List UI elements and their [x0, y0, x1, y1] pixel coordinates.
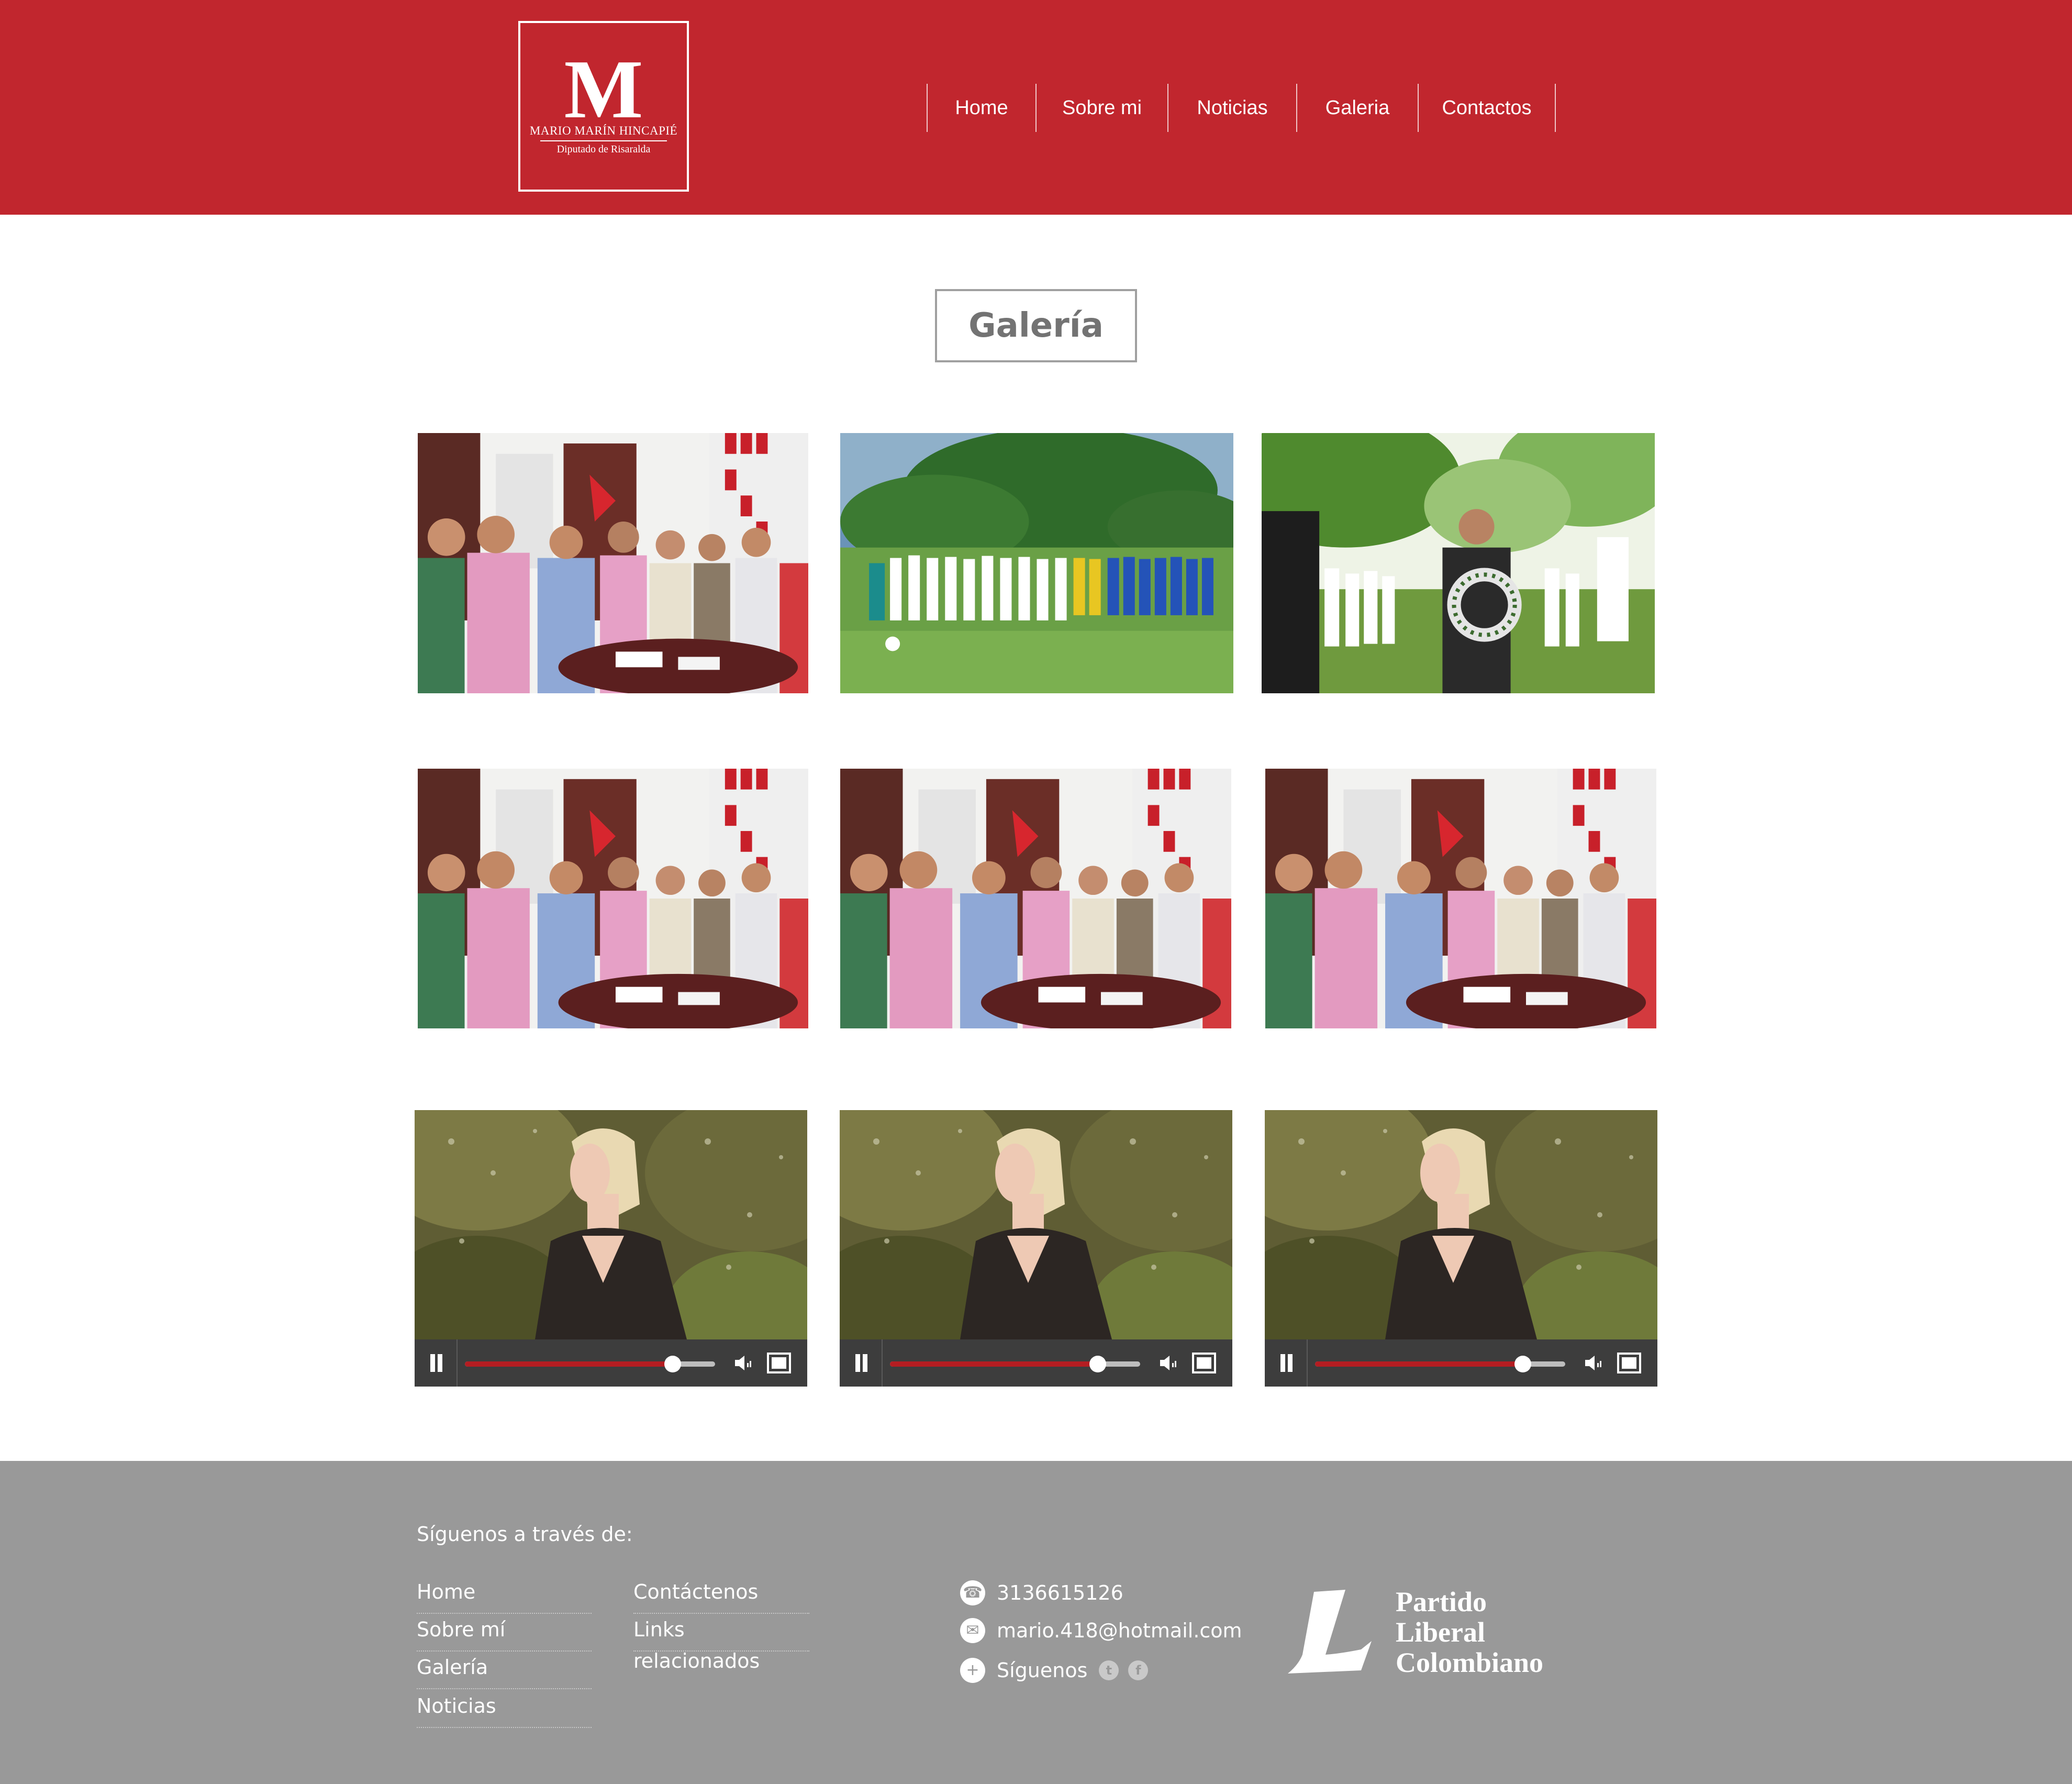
video-thumbnail-woman: [1265, 1110, 1657, 1339]
photo-meeting-image: [418, 769, 808, 1028]
progress-fill: [465, 1361, 673, 1367]
photo-meeting-image: [418, 433, 808, 693]
footer-link-home[interactable]: Home: [417, 1576, 592, 1614]
nav-galeria[interactable]: Galeria: [1296, 84, 1418, 132]
pause-button[interactable]: [840, 1339, 883, 1387]
logo-subtitle: Diputado de Risaralda: [556, 143, 651, 155]
video-player-2[interactable]: [840, 1110, 1232, 1387]
progress-bar[interactable]: [890, 1356, 1140, 1372]
logo-letter: M: [564, 42, 643, 136]
twitter-icon[interactable]: t: [1099, 1660, 1119, 1680]
progress-fill: [1315, 1361, 1523, 1367]
fullscreen-icon[interactable]: [1617, 1352, 1642, 1374]
video-player-1[interactable]: [415, 1110, 807, 1387]
gallery-photo-3[interactable]: [1262, 433, 1655, 693]
page-title: Galería: [935, 289, 1137, 362]
progress-bar[interactable]: [465, 1356, 715, 1372]
volume-icon[interactable]: [1583, 1353, 1604, 1373]
gallery-photo-1[interactable]: [418, 433, 808, 693]
contact-follow: + Síguenos t f: [960, 1655, 1149, 1686]
progress-handle[interactable]: [1089, 1356, 1106, 1372]
site-footer: Síguenos a través de: Home Sobre mí Gale…: [0, 1461, 2072, 1784]
phone-icon: ☎: [960, 1580, 985, 1605]
photo-meeting-image: [840, 769, 1231, 1028]
video-thumbnail-woman: [415, 1110, 807, 1339]
phone-number: 3136615126: [997, 1581, 1123, 1604]
gallery-photo-5[interactable]: [840, 769, 1231, 1028]
partido-liberal-logo[interactable]: Partido Liberal Colombiano: [1283, 1587, 1576, 1681]
video-controls: [1265, 1339, 1657, 1387]
video-player-3[interactable]: [1265, 1110, 1657, 1387]
video-thumbnail-woman: [840, 1110, 1232, 1339]
volume-icon[interactable]: [1158, 1353, 1179, 1373]
video-controls: [840, 1339, 1232, 1387]
footer-link-contactenos[interactable]: Contáctenos: [633, 1576, 809, 1614]
progress-handle[interactable]: [664, 1356, 681, 1372]
partner-line-2: Liberal: [1396, 1616, 1485, 1648]
fullscreen-icon[interactable]: [766, 1352, 792, 1374]
email-address[interactable]: mario.418@hotmail.com: [997, 1619, 1242, 1642]
footer-link-links-relacionados[interactable]: Links relacionados: [633, 1614, 809, 1672]
footer-link-noticias[interactable]: Noticias: [417, 1690, 592, 1728]
site-header: M MARIO MARÍN HINCAPIÉ Diputado de Risar…: [0, 0, 2072, 215]
contact-email[interactable]: ✉ mario.418@hotmail.com: [960, 1615, 1242, 1646]
pause-button[interactable]: [1265, 1339, 1308, 1387]
footer-link-sobre-mi[interactable]: Sobre mí: [417, 1614, 592, 1652]
facebook-icon[interactable]: f: [1128, 1660, 1149, 1680]
progress-handle[interactable]: [1514, 1356, 1531, 1372]
logo-name: MARIO MARÍN HINCAPIÉ: [529, 124, 678, 137]
nav-contactos[interactable]: Contactos: [1418, 84, 1556, 132]
nav-sobre-mi[interactable]: Sobre mi: [1035, 84, 1167, 132]
gallery-photo-6[interactable]: [1265, 769, 1656, 1028]
main-nav: Home Sobre mi Noticias Galeria Contactos: [927, 84, 1556, 132]
contact-phone: ☎ 3136615126: [960, 1577, 1123, 1609]
video-frame[interactable]: [840, 1110, 1232, 1339]
liberal-l-icon: [1288, 1590, 1372, 1674]
mail-icon: ✉: [960, 1618, 985, 1643]
plus-icon: +: [960, 1658, 985, 1683]
gallery-photo-4[interactable]: [418, 769, 808, 1028]
footer-follow-title: Síguenos a través de:: [417, 1523, 633, 1546]
logo-divider: [540, 140, 667, 141]
partner-line-3: Colombiano: [1396, 1647, 1544, 1678]
photo-ceremony-image: [1262, 433, 1655, 693]
video-frame[interactable]: [415, 1110, 807, 1339]
progress-bar[interactable]: [1315, 1356, 1565, 1372]
follow-label: Síguenos: [997, 1659, 1088, 1682]
partner-line-1: Partido: [1396, 1586, 1487, 1617]
fullscreen-icon[interactable]: [1191, 1352, 1217, 1374]
video-controls: [415, 1339, 807, 1387]
photo-soccer-team-image: [840, 433, 1233, 693]
progress-fill: [890, 1361, 1098, 1367]
nav-home[interactable]: Home: [927, 84, 1035, 132]
pause-button[interactable]: [415, 1339, 458, 1387]
partner-name: Partido Liberal Colombiano: [1396, 1587, 1543, 1678]
gallery-photo-2[interactable]: [840, 433, 1233, 693]
nav-noticias[interactable]: Noticias: [1167, 84, 1296, 132]
site-logo[interactable]: M MARIO MARÍN HINCAPIÉ Diputado de Risar…: [518, 21, 689, 192]
volume-icon[interactable]: [733, 1353, 754, 1373]
video-frame[interactable]: [1265, 1110, 1657, 1339]
footer-link-galeria[interactable]: Galería: [417, 1652, 592, 1689]
photo-meeting-image: [1265, 769, 1656, 1028]
